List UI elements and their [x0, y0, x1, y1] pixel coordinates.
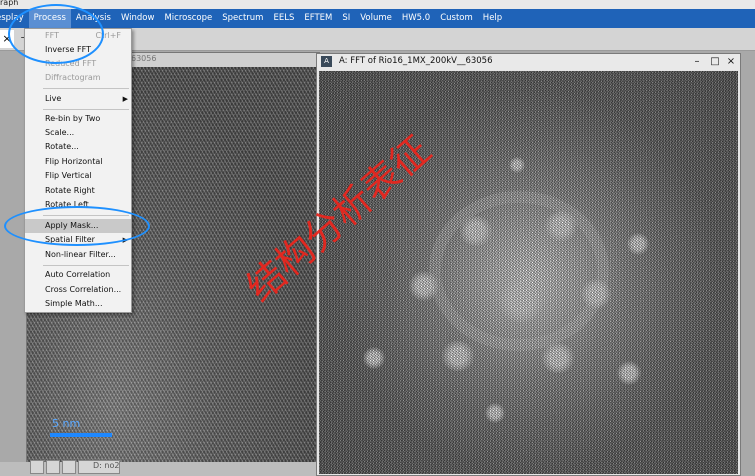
scale-bar-label: 5 nm [52, 417, 81, 430]
dm-image-icon: A [321, 56, 332, 67]
menu-item-simple-math[interactable]: Simple Math... [25, 297, 131, 311]
submenu-arrow-icon: ▶ [122, 95, 128, 103]
minimized-window-label: D: no2 [93, 461, 120, 470]
menu-microscope[interactable]: Microscope [159, 9, 217, 28]
close-button[interactable]: × [724, 55, 738, 68]
fft-image[interactable] [319, 71, 738, 474]
menu-item-rotate-right[interactable]: Rotate Right [25, 184, 131, 198]
menu-bar: esplay Process Analysis Window Microscop… [0, 9, 755, 28]
menu-item-auto-correlation[interactable]: Auto Correlation [25, 268, 131, 282]
menu-item-live[interactable]: Live ▶ [25, 92, 131, 106]
minimized-window-1[interactable] [30, 460, 44, 474]
fft-noise-texture [319, 71, 738, 474]
menu-separator [43, 109, 129, 110]
menu-item-cross-correlation[interactable]: Cross Correlation... [25, 283, 131, 297]
fft-window[interactable]: A A: FFT of Rio16_1MX_200kV__63056 – □ × [316, 53, 741, 476]
fft-window-title: A: FFT of Rio16_1MX_200kV__63056 [339, 56, 493, 66]
menu-item-nonlinear-filter[interactable]: Non-linear Filter... [25, 248, 131, 262]
menu-separator [43, 265, 129, 266]
scale-bar [50, 433, 112, 437]
minimized-window-2[interactable] [46, 460, 60, 474]
app-title: raph [0, 0, 19, 7]
menu-custom[interactable]: Custom [435, 9, 478, 28]
maximize-button[interactable]: □ [708, 55, 722, 68]
menu-help[interactable]: Help [478, 9, 507, 28]
menu-hw50[interactable]: HW5.0 [397, 9, 435, 28]
hrtem-window-title: 63056 [131, 54, 157, 63]
menu-volume[interactable]: Volume [355, 9, 397, 28]
title-bar: raph [0, 0, 755, 9]
annotation-ellipse-process [8, 4, 104, 64]
menu-item-rotate[interactable]: Rotate... [25, 140, 131, 154]
menu-separator [43, 88, 129, 89]
menu-item-diffractogram[interactable]: Diffractogram [25, 71, 131, 85]
menu-window[interactable]: Window [116, 9, 160, 28]
menu-item-flip-vertical[interactable]: Flip Vertical [25, 169, 131, 183]
fft-window-titlebar[interactable]: A A: FFT of Rio16_1MX_200kV__63056 – □ × [317, 54, 740, 70]
minimize-button[interactable]: – [690, 55, 704, 68]
menu-eels[interactable]: EELS [268, 9, 299, 28]
annotation-ellipse-apply-mask [4, 206, 150, 246]
menu-eftem[interactable]: EFTEM [299, 9, 337, 28]
menu-item-flip-horizontal[interactable]: Flip Horizontal [25, 155, 131, 169]
menu-item-scale[interactable]: Scale... [25, 126, 131, 140]
process-menu-dropdown: FFT Ctrl+F Inverse FFT Reduced FFT Diffra… [24, 28, 132, 313]
minimized-window-3[interactable] [62, 460, 76, 474]
menu-spectrum[interactable]: Spectrum [217, 9, 268, 28]
menu-si[interactable]: SI [337, 9, 355, 28]
menu-item-rebin-by-two[interactable]: Re-bin by Two [25, 112, 131, 126]
